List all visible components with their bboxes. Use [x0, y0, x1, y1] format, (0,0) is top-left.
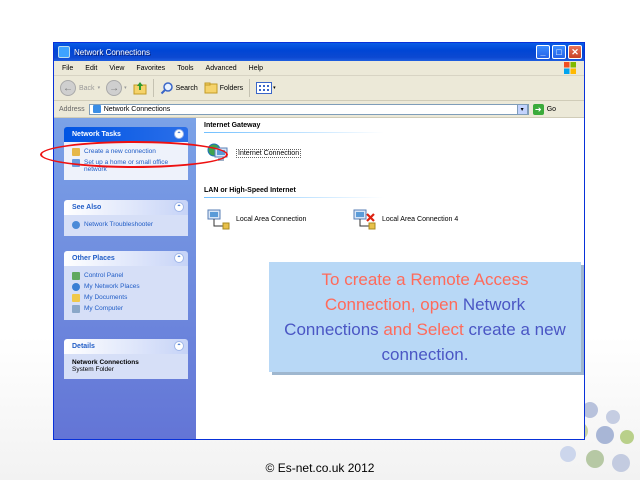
callout-text-part3: and Select [378, 320, 469, 339]
back-arrow-icon: ← [60, 80, 76, 96]
menu-help[interactable]: Help [249, 65, 263, 72]
group-divider [204, 197, 384, 198]
details-body: Network Connections System Folder [64, 354, 188, 379]
dropdown-arrow-icon: ▾ [97, 85, 101, 91]
menu-advanced[interactable]: Advanced [206, 65, 237, 72]
search-label: Search [175, 84, 198, 92]
address-value: Network Connections [103, 105, 171, 113]
details-header[interactable]: Details ⌃ [64, 339, 188, 354]
folders-button[interactable]: Folders [204, 81, 243, 95]
back-label: Back [79, 84, 95, 92]
network-connections-icon [92, 105, 101, 113]
collapse-icon[interactable]: ⌃ [174, 253, 184, 263]
search-button[interactable]: Search [160, 81, 198, 95]
other-places-header[interactable]: Other Places ⌃ [64, 251, 188, 266]
see-also-title: See Also [72, 204, 102, 211]
details-name: Network Connections [72, 359, 139, 366]
see-also-header[interactable]: See Also ⌃ [64, 200, 188, 215]
help-icon [72, 221, 80, 229]
folders-icon [204, 82, 218, 94]
folders-label: Folders [219, 84, 244, 92]
other-places-title: Other Places [72, 255, 115, 262]
search-icon [160, 82, 173, 95]
link-my-network-places[interactable]: My Network Places [72, 283, 184, 291]
go-arrow-icon[interactable]: ➜ [532, 103, 544, 115]
connection-label: Local Area Connection [236, 215, 307, 223]
menu-tools[interactable]: Tools [177, 65, 193, 72]
link-label: Control Panel [84, 272, 124, 279]
lan-connection-disabled-icon [353, 209, 376, 230]
menu-file[interactable]: File [62, 65, 73, 72]
see-also-body: Network Troubleshooter [64, 215, 188, 236]
see-also-panel: See Also ⌃ Network Troubleshooter [64, 200, 188, 236]
control-panel-icon [72, 272, 80, 280]
other-places-panel: Other Places ⌃ Control Panel My Network … [64, 251, 188, 320]
other-places-body: Control Panel My Network Places My Docum… [64, 266, 188, 320]
link-label: My Documents [84, 294, 128, 301]
connection-label: Local Area Connection 4 [382, 215, 459, 223]
forward-arrow-icon: → [106, 80, 123, 96]
details-panel: Details ⌃ Network Connections System Fol… [64, 339, 188, 379]
link-label: My Computer [84, 305, 124, 312]
go-button-label[interactable]: Go [547, 106, 556, 113]
toolbar: ← Back ▾ → ▾ Search Folders ▾ [54, 76, 584, 101]
instruction-callout: To create a Remote Access Connection, op… [269, 262, 581, 372]
link-my-computer[interactable]: My Computer [72, 305, 184, 313]
window-title: Network Connections [74, 47, 151, 57]
group-divider [204, 132, 384, 133]
network-tasks-title: Network Tasks [72, 131, 121, 138]
copyright-footer: © Es-net.co.uk 2012 [265, 461, 375, 475]
dropdown-arrow-icon: ▾ [273, 85, 276, 91]
minimize-button[interactable]: _ [536, 45, 550, 59]
menu-bar: File Edit View Favorites Tools Advanced … [54, 61, 584, 76]
link-label: My Network Places [84, 283, 140, 290]
group-header-lan: LAN or High-Speed Internet [204, 187, 296, 194]
address-dropdown-icon[interactable]: ▾ [516, 103, 528, 115]
network-connections-icon [58, 46, 70, 58]
dropdown-arrow-icon: ▾ [124, 85, 127, 91]
computer-icon [72, 305, 80, 313]
local-area-connection-item[interactable]: Local Area Connection [206, 208, 306, 230]
link-my-documents[interactable]: My Documents [72, 294, 184, 302]
collapse-icon[interactable]: ⌃ [174, 202, 184, 212]
menu-favorites[interactable]: Favorites [136, 65, 165, 72]
local-area-connection-4-item[interactable]: Local Area Connection 4 [352, 208, 458, 230]
toolbar-separator [249, 79, 251, 97]
link-network-troubleshooter[interactable]: Network Troubleshooter [72, 221, 184, 229]
details-title: Details [72, 343, 95, 350]
callout-text: To create a Remote Access Connection, op… [277, 267, 573, 367]
collapse-icon[interactable]: ⌃ [174, 341, 184, 351]
back-button[interactable]: ← Back ▾ [60, 80, 100, 96]
forward-button[interactable]: → ▾ [106, 80, 127, 96]
address-label: Address [59, 105, 85, 113]
connection-label: Internet Connection [236, 148, 302, 158]
windows-logo-icon [564, 62, 576, 74]
network-tasks-header[interactable]: Network Tasks ⌃ [64, 127, 188, 142]
folder-icon [72, 294, 80, 302]
link-label: Network Troubleshooter [84, 221, 154, 228]
maximize-button[interactable]: □ [552, 45, 566, 59]
link-control-panel[interactable]: Control Panel [72, 272, 184, 280]
network-connections-window: Network Connections _ □ ✕ File Edit View… [53, 42, 585, 440]
views-button[interactable]: ▾ [256, 82, 276, 94]
address-field[interactable]: Network Connections ▾ [88, 103, 529, 115]
annotation-red-ellipse [40, 141, 228, 168]
up-folder-icon [133, 82, 147, 95]
views-icon [256, 82, 273, 94]
up-folder-button[interactable] [133, 81, 147, 95]
title-bar[interactable]: Network Connections _ □ ✕ [54, 43, 584, 61]
group-header-internet-gateway: Internet Gateway [204, 122, 261, 129]
menu-view[interactable]: View [109, 65, 124, 72]
details-subtitle: System Folder [72, 366, 114, 373]
network-places-icon [72, 283, 80, 291]
address-bar: Address Network Connections ▾ ➜ Go [54, 101, 584, 118]
collapse-icon[interactable]: ⌃ [174, 129, 184, 139]
close-button[interactable]: ✕ [568, 45, 582, 59]
lan-connection-icon [207, 209, 230, 230]
menu-edit[interactable]: Edit [85, 65, 97, 72]
toolbar-separator [152, 79, 154, 97]
